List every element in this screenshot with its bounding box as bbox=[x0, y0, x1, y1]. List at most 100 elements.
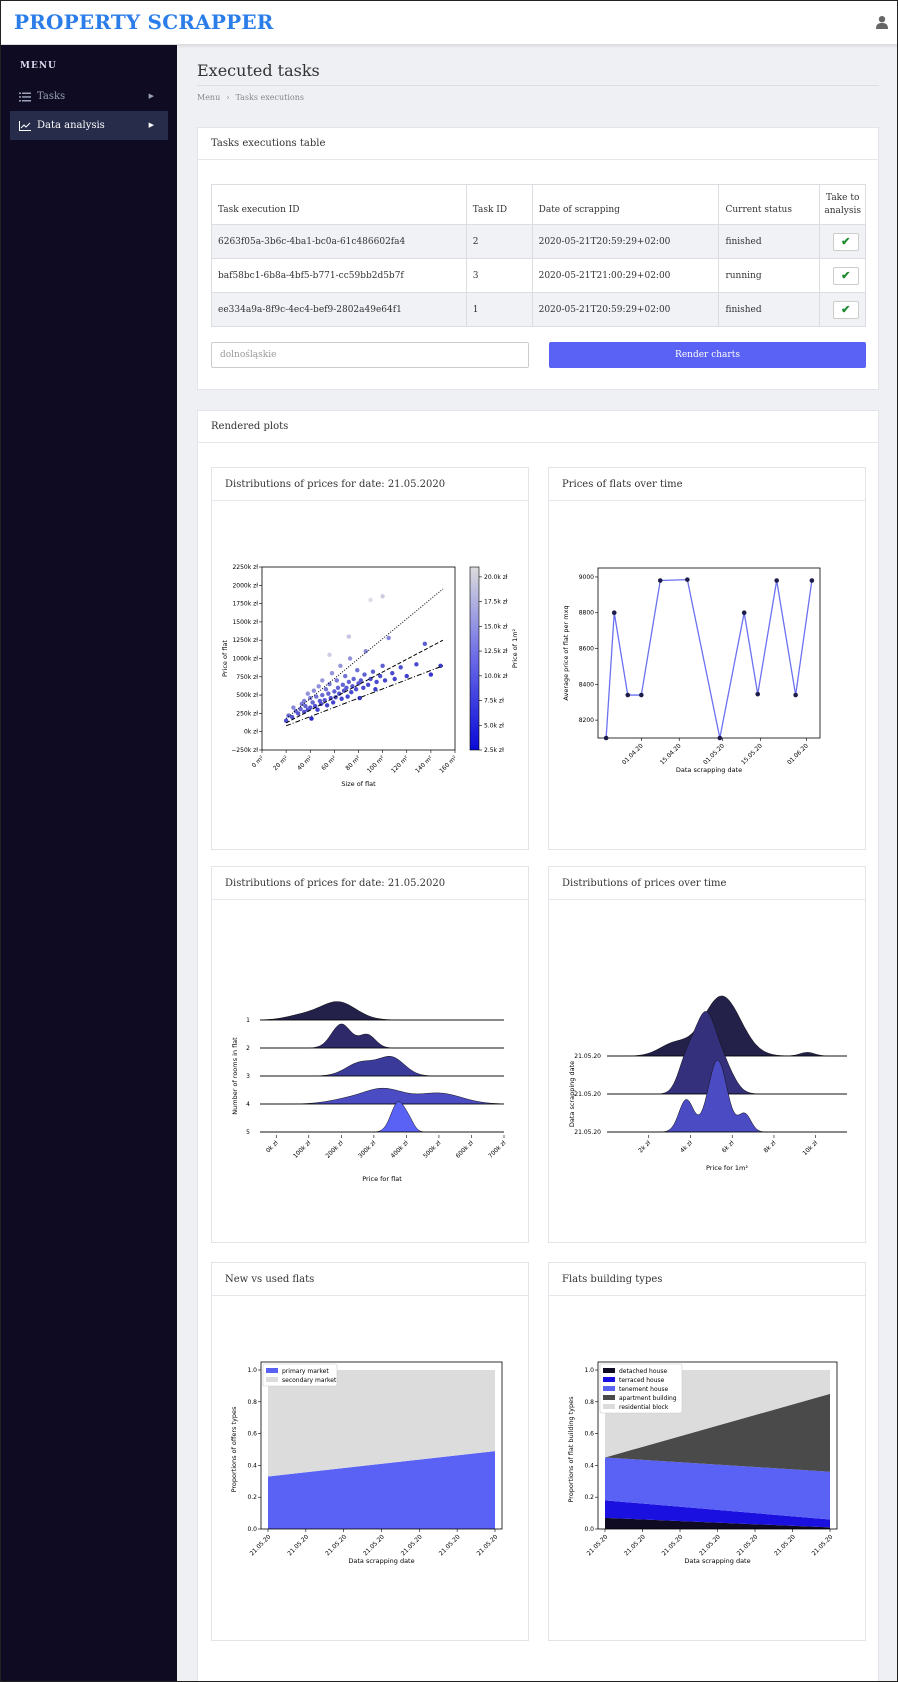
y-axis-label: Proportions of offers types bbox=[230, 1406, 238, 1492]
ridge-label: 21.05.20 bbox=[574, 1091, 601, 1098]
x-tick-label: 21.05.20 bbox=[362, 1533, 386, 1557]
breadcrumb-menu[interactable]: Menu bbox=[197, 93, 220, 102]
colorbar-tick-label: 17.5k zł bbox=[484, 599, 508, 606]
x-tick-label: 21.05.20 bbox=[286, 1533, 310, 1557]
y-tick-label: 750k zł bbox=[236, 674, 258, 681]
column-header: Take to analysis bbox=[819, 184, 866, 225]
sidebar-item-tasks[interactable]: Tasks ▶ bbox=[10, 82, 168, 111]
colorbar-tick-label: 20.0k zł bbox=[484, 574, 508, 581]
y-tick-label: 8200 bbox=[579, 717, 594, 724]
plot-card-ridge-time: Distributions of prices over time 21.05.… bbox=[548, 866, 866, 1243]
y-tick-label: 9000 bbox=[579, 574, 594, 581]
region-input-value: dolnośląskie bbox=[220, 350, 277, 360]
y-tick-label: 0.0 bbox=[247, 1526, 257, 1533]
ridge-area bbox=[260, 1056, 504, 1077]
y-tick-label: 0.2 bbox=[584, 1494, 594, 1501]
data-point bbox=[717, 735, 723, 741]
top-bar: PROPERTY SCRAPPER bbox=[1, 1, 897, 45]
x-tick-label: 200k zł bbox=[324, 1139, 344, 1159]
take-to-analysis-checkbox[interactable]: ✔ bbox=[832, 300, 859, 319]
page-title: Executed tasks bbox=[197, 61, 320, 80]
table-row: ee334a9a-8f9c-4ec4-bef9-2802a49e64f1 1 2… bbox=[211, 292, 866, 327]
stacked-area-building: 0.0 0.2 0.4 0.6 0.8 1.0 21.05.20 21.05.20 21.05.… bbox=[567, 1361, 838, 1565]
x-tick-label: 600k zł bbox=[455, 1139, 475, 1159]
column-header: Task execution ID bbox=[211, 184, 467, 225]
data-point bbox=[332, 689, 337, 694]
data-point bbox=[374, 679, 379, 685]
execution-id-cell: ee334a9a-8f9c-4ec4-bef9-2802a49e64f1 bbox=[211, 292, 467, 327]
x-tick-label: 21.05.20 bbox=[661, 1533, 685, 1557]
y-tick-label: 0.2 bbox=[247, 1494, 257, 1501]
data-point bbox=[657, 578, 663, 583]
x-tick-label: 60 m² bbox=[320, 754, 338, 772]
x-tick-label: 21.05.20 bbox=[698, 1533, 722, 1557]
y-tick-label: 2000k zł bbox=[232, 582, 258, 589]
take-to-analysis-checkbox[interactable]: ✔ bbox=[832, 232, 859, 251]
sidebar-item-label: Tasks bbox=[37, 91, 66, 102]
data-point bbox=[685, 577, 690, 582]
ridge-label: 2 bbox=[246, 1045, 250, 1052]
plot-card-market: New vs used flats 0.0 0.2 0.4 0.6 0.8 1.0 21.0… bbox=[211, 1262, 529, 1641]
user-icon[interactable] bbox=[875, 15, 889, 29]
sidebar-item-data-analysis[interactable]: Data analysis ▶ bbox=[10, 111, 168, 140]
take-to-analysis-checkbox[interactable]: ✔ bbox=[832, 266, 859, 285]
y-tick-label: 500k zł bbox=[236, 692, 258, 699]
ridge-label: 21.05.20 bbox=[574, 1053, 601, 1060]
data-point bbox=[346, 634, 352, 639]
data-point bbox=[361, 685, 366, 690]
chevron-right-icon: ▶ bbox=[148, 92, 154, 100]
chevron-right-icon: ▶ bbox=[148, 121, 154, 129]
data-point bbox=[362, 672, 367, 677]
plot-card-building: Flats building types 0.0 0.2 0.4 0.6 0.8 1.0 2… bbox=[548, 1262, 866, 1641]
scatter-chart: −250k zł 0k zł 250k zł 500k zł 750k zł 1000k … bbox=[221, 564, 519, 788]
stacked-area-market: 0.0 0.2 0.4 0.6 0.8 1.0 21.05.20 21.05.20 21.05.… bbox=[230, 1361, 503, 1565]
x-tick-label: 300k zł bbox=[357, 1139, 377, 1159]
colorbar-tick-label: 10.0k zł bbox=[484, 673, 508, 680]
ridge-area bbox=[260, 1023, 504, 1049]
tasks-card: Tasks executions table Task execution ID… bbox=[197, 127, 879, 390]
x-tick-label: 21.05.20 bbox=[773, 1533, 797, 1557]
x-tick-label: 100k zł bbox=[292, 1139, 312, 1159]
y-axis-label: Proportions of flat building types bbox=[567, 1396, 575, 1503]
date-cell: 2020-05-21T20:59:29+02:00 bbox=[531, 292, 720, 327]
legend-swatch bbox=[603, 1368, 615, 1373]
data-point bbox=[298, 706, 303, 712]
data-point bbox=[311, 688, 317, 693]
data-point bbox=[390, 670, 395, 676]
data-point bbox=[303, 703, 308, 709]
data-point bbox=[611, 610, 617, 616]
card-title: Rendered plots bbox=[198, 411, 878, 443]
y-tick-label: 1000k zł bbox=[232, 656, 258, 663]
legend-swatch bbox=[603, 1395, 615, 1400]
y-tick-label: 2250k zł bbox=[232, 564, 258, 571]
rendered-plots-card: Rendered plots Distributions of prices f… bbox=[197, 410, 879, 1681]
y-tick-label: 0.4 bbox=[247, 1462, 257, 1469]
brand-logo[interactable]: PROPERTY SCRAPPER bbox=[14, 10, 274, 34]
data-point bbox=[414, 662, 419, 667]
y-axis-label: Number of rooms in flat bbox=[231, 1037, 239, 1115]
ridge-area bbox=[260, 1101, 504, 1133]
render-charts-button[interactable]: Render charts bbox=[549, 342, 866, 368]
data-point bbox=[324, 703, 330, 708]
plot-card-scatter: Distributions of prices for date: 21.05.… bbox=[211, 467, 529, 850]
ridge-area bbox=[260, 1087, 505, 1105]
data-point bbox=[338, 663, 343, 669]
legend-swatch bbox=[603, 1377, 615, 1382]
ridge-chart-rooms: 1 2 3 4 5 0k zł 100k zł 200k zł 300k zł 400k zł 50… bbox=[231, 1001, 508, 1183]
legend-swatch bbox=[266, 1377, 278, 1382]
date-cell: 2020-05-21T21:00:29+02:00 bbox=[531, 258, 720, 293]
data-point bbox=[370, 669, 376, 674]
sidebar: MENU Tasks ▶ Data analysis ▶ bbox=[1, 45, 177, 1681]
ridge-label: 5 bbox=[246, 1129, 250, 1136]
table-row: baf58bc1-6b8a-4bf5-b771-cc59bb2d5b7f 3 2… bbox=[211, 258, 866, 293]
x-tick-label: 4k zł bbox=[679, 1139, 694, 1154]
region-input[interactable]: dolnośląskie bbox=[211, 342, 529, 368]
y-tick-label: −250k zł bbox=[231, 747, 258, 754]
data-point bbox=[398, 665, 403, 670]
data-point bbox=[327, 681, 332, 687]
colorbar-tick-label: 15.0k zł bbox=[484, 623, 508, 630]
x-tick-label: 21.05.20 bbox=[400, 1533, 424, 1557]
data-point bbox=[386, 635, 391, 641]
ridge-label: 21.05.20 bbox=[574, 1129, 601, 1136]
data-point bbox=[295, 711, 301, 716]
